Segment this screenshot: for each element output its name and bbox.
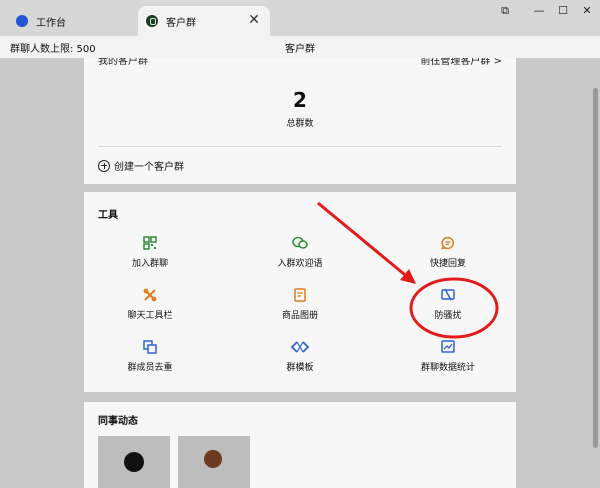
- colleague-feed-card: 同事动态: [84, 402, 516, 488]
- group-count: 2: [293, 88, 307, 112]
- tab-label: 工作台: [36, 17, 66, 29]
- avatar: [204, 450, 222, 468]
- tool-welcome-message[interactable]: 入群欢迎语: [250, 236, 350, 269]
- quick-reply-icon: [441, 236, 454, 250]
- my-groups-title: 我的客户群: [98, 58, 148, 67]
- tab-customer-groups[interactable]: 客户群 ✕: [138, 6, 270, 36]
- globe-icon: [16, 15, 28, 27]
- tool-label: 群成员去重: [127, 363, 173, 373]
- tool-label: 群聊数据统计: [420, 363, 475, 373]
- toolbar-icon: [143, 288, 157, 302]
- tool-label: 群模板: [286, 363, 314, 373]
- tool-label: 入群欢迎语: [277, 259, 323, 269]
- tool-join-group[interactable]: 加入群聊: [100, 236, 200, 269]
- tool-group-template[interactable]: 群模板: [250, 340, 350, 373]
- template-icon: [291, 341, 309, 353]
- plus-circle-icon: [98, 159, 110, 172]
- dedupe-icon: [143, 340, 157, 354]
- colleague-feed-title: 同事动态: [98, 416, 138, 427]
- group-icon: [146, 15, 158, 27]
- tab-bar: 工作台 客户群 ✕ ⧉ — ☐ ✕: [0, 0, 600, 36]
- tab-workbench[interactable]: 工作台: [8, 6, 128, 36]
- chat-bubble-icon: [292, 236, 308, 249]
- maximize-icon[interactable]: ☐: [552, 2, 574, 20]
- tool-label: 快捷回复: [429, 259, 466, 269]
- page-header: 群聊人数上限: 500 客户群: [0, 36, 600, 58]
- scrollbar[interactable]: [593, 88, 598, 448]
- tool-anti-harassment[interactable]: 防骚扰: [398, 288, 498, 321]
- pin-icon[interactable]: ⧉: [494, 2, 516, 20]
- minimize-icon[interactable]: —: [528, 2, 550, 20]
- close-tab-icon[interactable]: ✕: [246, 12, 262, 28]
- tool-chat-toolbar[interactable]: 聊天工具栏: [100, 288, 200, 321]
- main-content[interactable]: 我的客户群 前往管理客户群 > 2 总群数 创建一个客户群 工具 加入群聊 入群…: [0, 58, 600, 488]
- catalog-icon: [294, 288, 306, 302]
- tool-product-catalog[interactable]: 商品图册: [250, 288, 350, 321]
- tools-title: 工具: [98, 210, 118, 221]
- tool-group-stats[interactable]: 群聊数据统计: [398, 340, 498, 373]
- tool-label: 防骚扰: [434, 311, 462, 321]
- qrcode-icon: [143, 236, 157, 250]
- create-group-button[interactable]: 创建一个客户群: [98, 158, 184, 173]
- page-title: 客户群: [285, 44, 315, 55]
- close-icon[interactable]: ✕: [576, 2, 598, 20]
- create-group-label: 创建一个客户群: [114, 162, 184, 173]
- tool-label: 商品图册: [281, 311, 318, 321]
- group-count-label: 总群数: [286, 119, 314, 129]
- tool-label: 加入群聊: [131, 259, 168, 269]
- avatar: [124, 452, 144, 472]
- colleague-feed-item[interactable]: [98, 436, 170, 488]
- manage-groups-link[interactable]: 前往管理客户群 >: [420, 58, 502, 67]
- tool-quick-reply[interactable]: 快捷回复: [398, 236, 498, 269]
- stats-icon: [441, 340, 455, 353]
- colleague-feed-item[interactable]: [178, 436, 250, 488]
- anti-harass-icon: [441, 288, 455, 301]
- tab-label: 客户群: [166, 17, 196, 29]
- tool-label: 聊天工具栏: [127, 311, 173, 321]
- tools-card: 工具 加入群聊 入群欢迎语 快捷回复 聊天工具栏 商品图册 防骚扰 群成员去重 …: [84, 192, 516, 392]
- tool-member-dedupe[interactable]: 群成员去重: [100, 340, 200, 373]
- divider: [98, 146, 502, 147]
- my-groups-card: 我的客户群 前往管理客户群 > 2 总群数 创建一个客户群: [84, 58, 516, 184]
